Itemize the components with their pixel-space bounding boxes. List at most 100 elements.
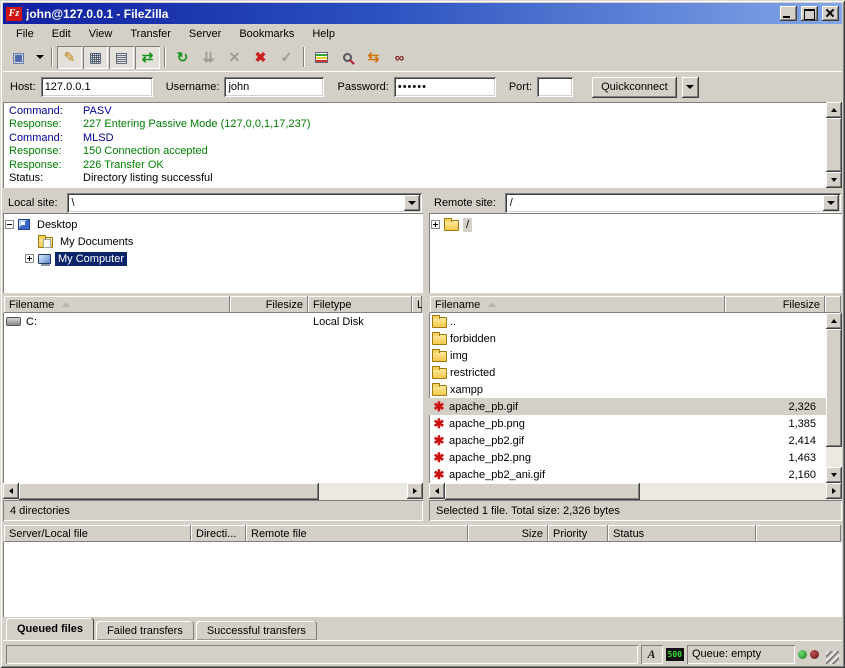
disconnect-button[interactable]: ✖ bbox=[248, 46, 273, 69]
file-row-apache-pb-gif[interactable]: apache_pb.gif2,326 bbox=[429, 398, 826, 415]
scroll-down-button[interactable] bbox=[826, 172, 842, 188]
speed-limit-indicator-icon[interactable]: 500 bbox=[666, 648, 684, 661]
scrollbar-thumb[interactable] bbox=[826, 118, 842, 172]
toggle-remote-tree-button[interactable]: ▤ bbox=[109, 46, 134, 69]
reconnect-button[interactable]: ✓ bbox=[274, 46, 299, 69]
scroll-left-button[interactable] bbox=[3, 483, 19, 499]
remote-site-dropdown-button[interactable] bbox=[823, 195, 839, 211]
maximize-button[interactable] bbox=[801, 6, 818, 21]
tree-item-my-documents[interactable]: My Documents bbox=[5, 233, 421, 250]
column-header-filename[interactable]: Filename bbox=[4, 296, 230, 313]
menu-edit[interactable]: Edit bbox=[43, 26, 80, 42]
process-queue-button[interactable]: ⇊ bbox=[196, 46, 221, 69]
file-row-apache-pb2-png[interactable]: apache_pb2.png1,463 bbox=[429, 449, 826, 466]
menu-server[interactable]: Server bbox=[180, 26, 230, 42]
column-header-last-modified[interactable]: L bbox=[412, 296, 422, 313]
remote-horizontal-scrollbar[interactable] bbox=[429, 483, 842, 500]
column-header-direction[interactable]: Directi... bbox=[191, 525, 246, 542]
username-input[interactable] bbox=[224, 77, 324, 97]
menu-transfer[interactable]: Transfer bbox=[121, 26, 180, 42]
scrollbar-thumb[interactable] bbox=[826, 329, 842, 447]
minimize-button[interactable] bbox=[780, 6, 797, 21]
scroll-left-button[interactable] bbox=[429, 483, 445, 499]
site-manager-dropdown-button[interactable] bbox=[32, 46, 47, 69]
remote-vertical-scrollbar[interactable] bbox=[826, 313, 842, 483]
column-header-filetype[interactable]: Filetype bbox=[308, 296, 412, 313]
scroll-right-button[interactable] bbox=[826, 483, 842, 499]
password-label: Password: bbox=[337, 81, 388, 93]
column-header-priority[interactable]: Priority bbox=[548, 525, 608, 542]
remote-list-header: Filename Filesize bbox=[429, 295, 842, 313]
local-list-header: Filename Filesize Filetype L bbox=[3, 295, 423, 313]
expand-expander-icon[interactable] bbox=[431, 220, 440, 229]
local-site-combo[interactable]: \ bbox=[67, 193, 422, 213]
scrollbar-thumb[interactable] bbox=[19, 483, 319, 500]
collapse-expander-icon[interactable] bbox=[5, 220, 14, 229]
file-row-apache-pb-png[interactable]: apache_pb.png1,385 bbox=[429, 415, 826, 432]
close-button[interactable] bbox=[822, 6, 839, 21]
password-input[interactable] bbox=[394, 77, 496, 97]
column-header-size[interactable]: Size bbox=[468, 525, 548, 542]
scroll-up-button[interactable] bbox=[826, 102, 842, 118]
tab-failed-transfers[interactable]: Failed transfers bbox=[96, 621, 194, 640]
menu-file[interactable]: File bbox=[7, 26, 43, 42]
refresh-button[interactable]: ↻ bbox=[170, 46, 195, 69]
menu-bookmarks[interactable]: Bookmarks bbox=[230, 26, 303, 42]
host-input[interactable] bbox=[41, 77, 153, 97]
file-row-restricted[interactable]: restricted bbox=[429, 364, 826, 381]
tab-queued-files[interactable]: Queued files bbox=[6, 618, 94, 640]
log-vertical-scrollbar[interactable] bbox=[826, 102, 842, 188]
menu-view[interactable]: View bbox=[80, 26, 122, 42]
scroll-down-button[interactable] bbox=[826, 467, 842, 483]
toolbar-separator bbox=[51, 47, 53, 67]
tab-successful-transfers[interactable]: Successful transfers bbox=[196, 621, 317, 640]
directory-comparison-button[interactable] bbox=[335, 46, 360, 69]
tree-item-root[interactable]: / bbox=[431, 216, 840, 233]
filter-button[interactable] bbox=[309, 46, 334, 69]
file-row-apache-pb2-gif[interactable]: apache_pb2.gif2,414 bbox=[429, 432, 826, 449]
find-files-button[interactable]: ∞ bbox=[387, 46, 412, 69]
menu-bar: File Edit View Transfer Server Bookmarks… bbox=[3, 24, 842, 43]
local-horizontal-scrollbar[interactable] bbox=[3, 483, 423, 500]
file-row-apache-pb2-ani-gif[interactable]: apache_pb2_ani.gif2,160 bbox=[429, 466, 826, 483]
tree-item-my-computer[interactable]: My Computer bbox=[5, 250, 421, 267]
column-header-status[interactable]: Status bbox=[608, 525, 756, 542]
column-header-remote-file[interactable]: Remote file bbox=[246, 525, 468, 542]
local-site-dropdown-button[interactable] bbox=[404, 195, 420, 211]
cancel-operation-button[interactable]: ✕ bbox=[222, 46, 247, 69]
folder-icon bbox=[432, 385, 447, 396]
log-line: Command:MLSD bbox=[9, 132, 826, 145]
file-row-parent-dir[interactable]: .. bbox=[429, 313, 826, 330]
filezilla-window: Fz john@127.0.0.1 - FileZilla File Edit … bbox=[0, 0, 845, 668]
quickconnect-button[interactable]: Quickconnect bbox=[592, 77, 677, 98]
quickconnect-dropdown-button[interactable] bbox=[682, 77, 699, 98]
column-header-filename[interactable]: Filename bbox=[430, 296, 725, 313]
toggle-message-log-button[interactable]: ✎ bbox=[57, 46, 82, 69]
port-input[interactable] bbox=[537, 77, 573, 97]
column-header-server-local-file[interactable]: Server/Local file bbox=[4, 525, 191, 542]
file-row-local-c-drive[interactable]: C: Local Disk bbox=[3, 313, 423, 330]
toggle-queue-button[interactable]: ⇄ bbox=[135, 46, 160, 69]
menu-help[interactable]: Help bbox=[303, 26, 344, 42]
host-label: Host: bbox=[10, 81, 36, 93]
remote-site-combo[interactable]: / bbox=[505, 193, 841, 213]
toggle-local-tree-button[interactable]: ▦ bbox=[83, 46, 108, 69]
expand-expander-icon[interactable] bbox=[25, 254, 34, 263]
tree-item-desktop[interactable]: Desktop bbox=[5, 216, 421, 233]
synchronized-browsing-button[interactable]: ⇆ bbox=[361, 46, 386, 69]
scrollbar-thumb[interactable] bbox=[445, 483, 640, 500]
file-row-forbidden[interactable]: forbidden bbox=[429, 330, 826, 347]
file-row-img[interactable]: img bbox=[429, 347, 826, 364]
data-type-indicator[interactable]: A bbox=[641, 645, 663, 664]
scroll-up-button[interactable] bbox=[826, 313, 842, 329]
column-header-filesize[interactable]: Filesize bbox=[230, 296, 308, 313]
username-label: Username: bbox=[166, 81, 220, 93]
scroll-right-button[interactable] bbox=[407, 483, 423, 499]
site-manager-button[interactable]: ▣ bbox=[6, 46, 31, 69]
synchronized-browsing-icon: ⇆ bbox=[368, 50, 380, 64]
file-row-xampp[interactable]: xampp bbox=[429, 381, 826, 398]
column-header-filesize[interactable]: Filesize bbox=[725, 296, 825, 313]
resize-grip[interactable] bbox=[826, 651, 839, 664]
receive-indicator-led bbox=[798, 650, 807, 659]
local-tree-panel: Local site: \ Desktop My Documents bbox=[3, 192, 423, 293]
